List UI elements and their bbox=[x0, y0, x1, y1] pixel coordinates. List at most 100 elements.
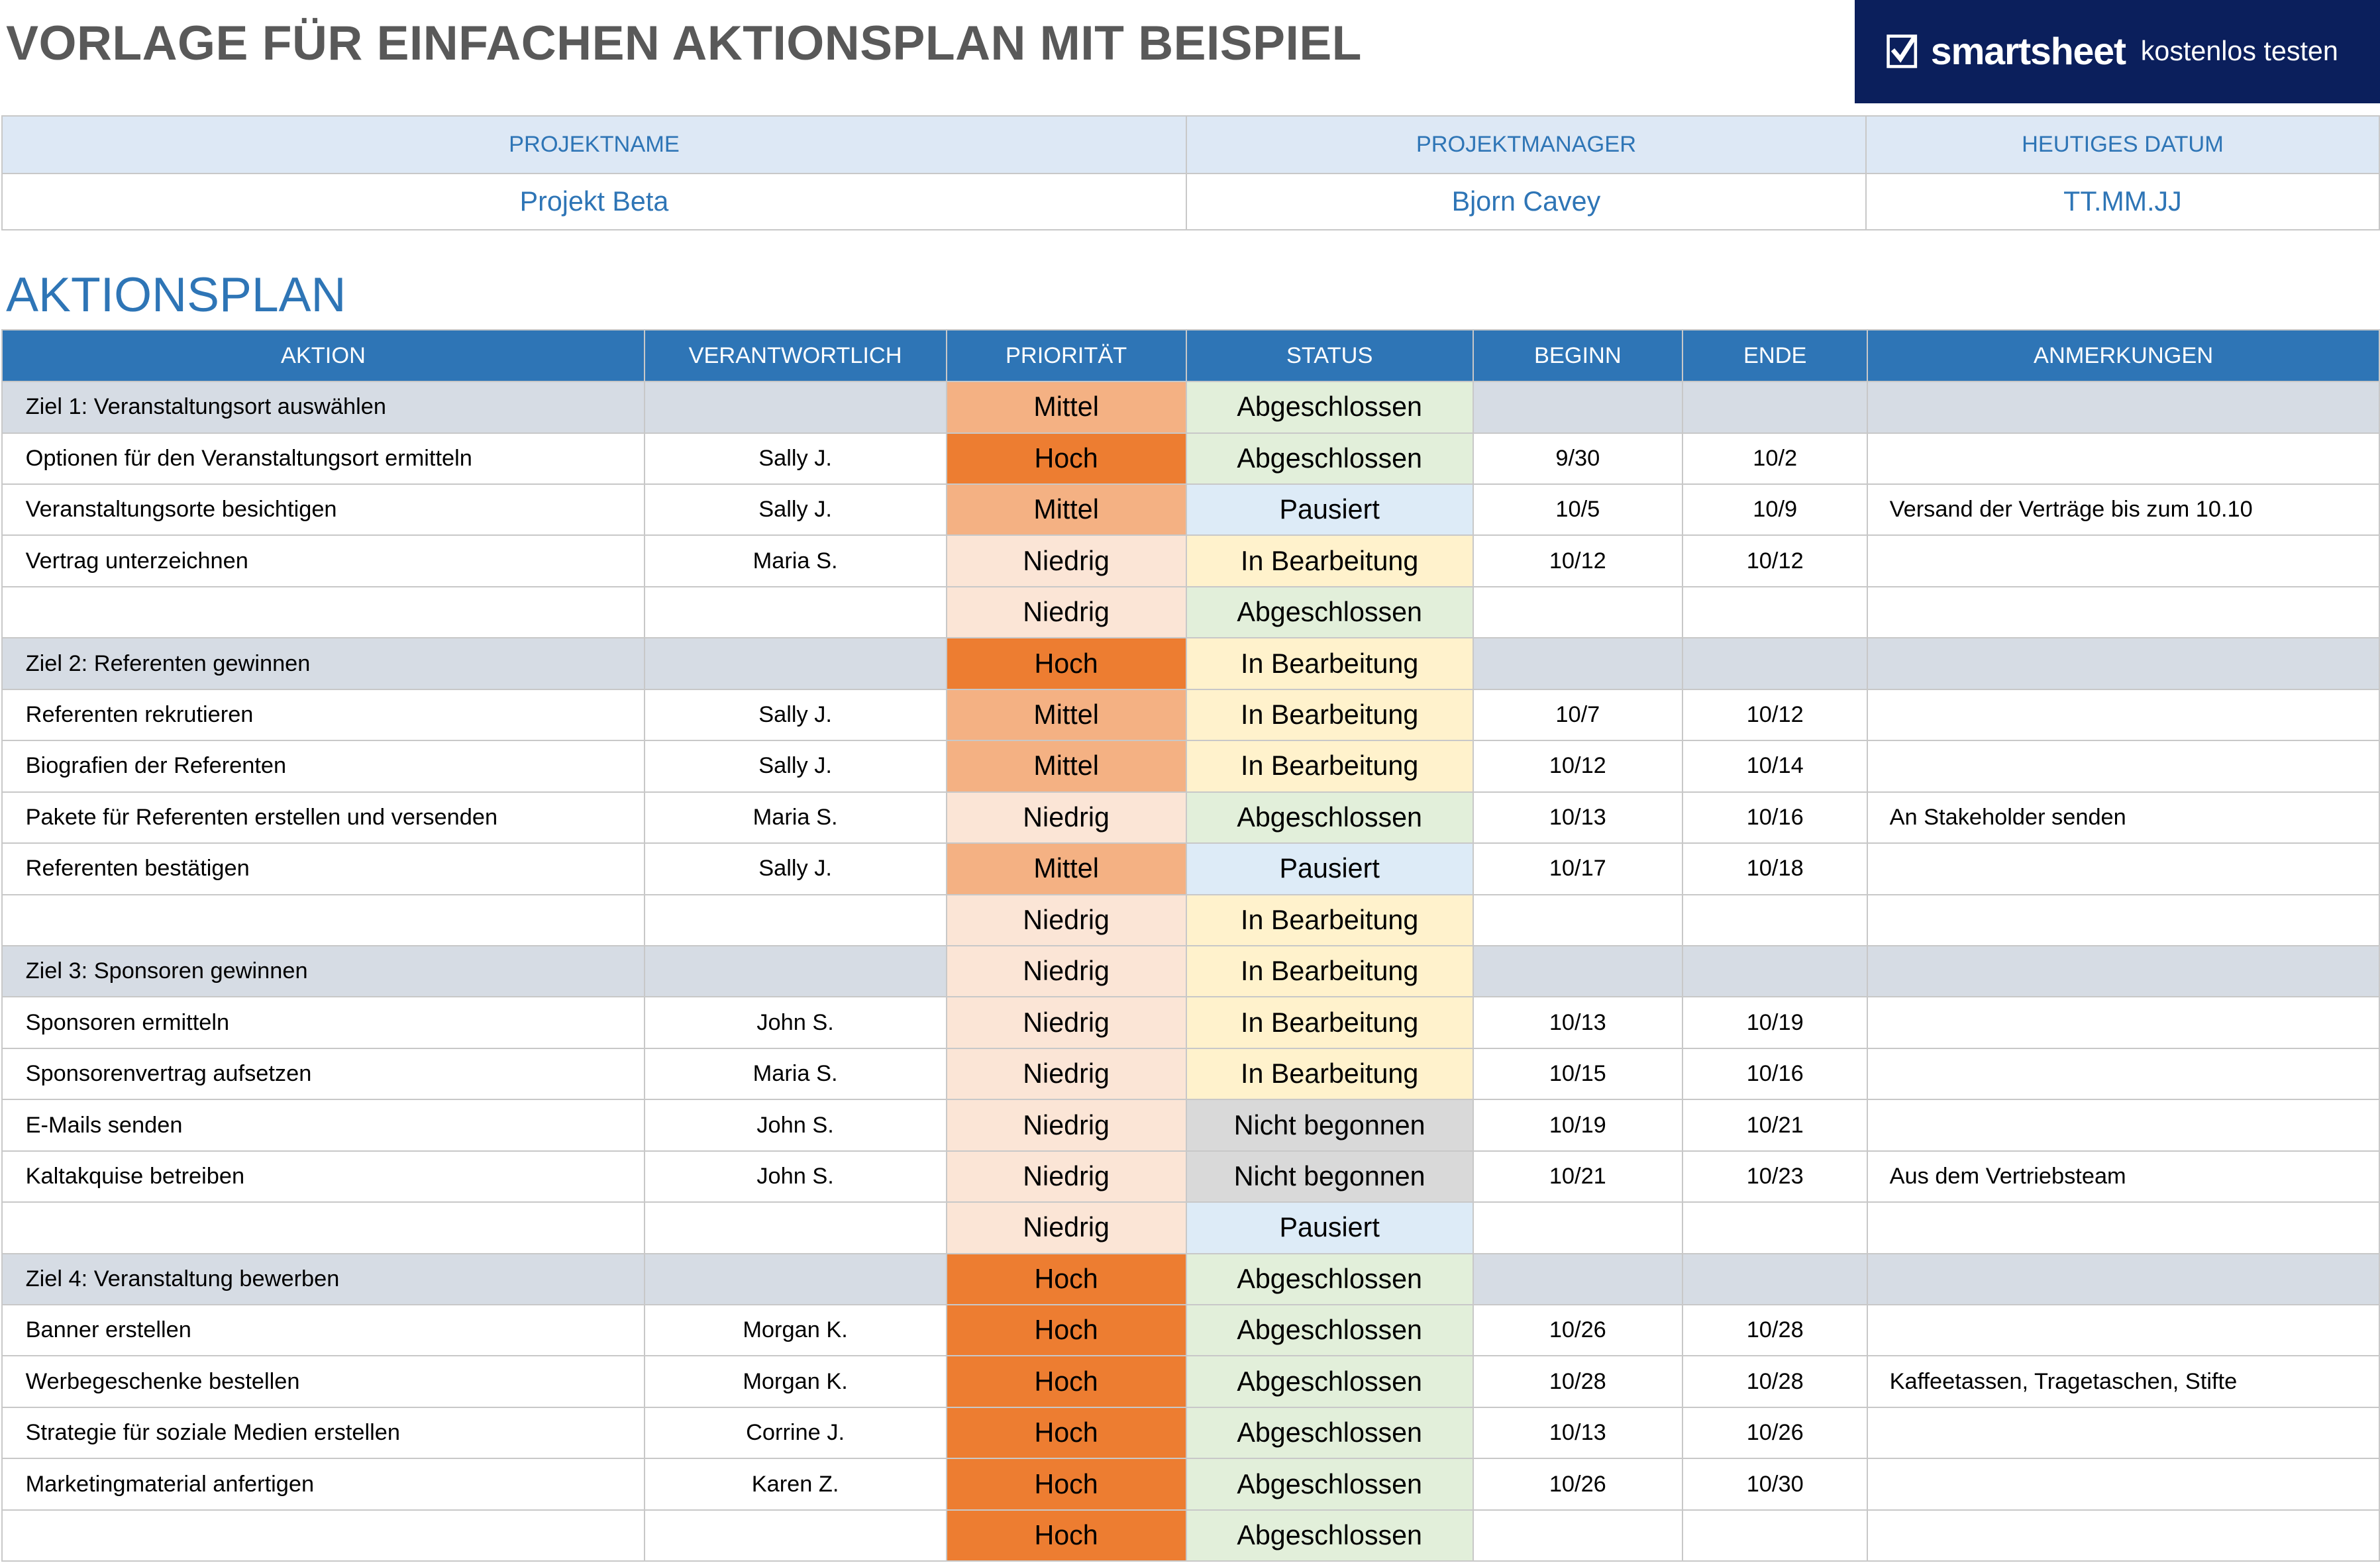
priority-cell[interactable]: Niedrig bbox=[945, 534, 1187, 587]
owner-cell[interactable]: Corrine J. bbox=[643, 1406, 947, 1460]
action-cell[interactable] bbox=[1, 1509, 645, 1562]
end-date-cell[interactable] bbox=[1681, 1201, 1869, 1254]
end-date-cell[interactable]: 10/12 bbox=[1681, 688, 1869, 742]
smartsheet-trial-banner[interactable]: smartsheet kostenlos testen bbox=[1855, 0, 2380, 103]
priority-cell[interactable]: Mittel bbox=[945, 842, 1187, 895]
priority-cell[interactable]: Niedrig bbox=[945, 1047, 1187, 1101]
notes-cell[interactable] bbox=[1867, 1201, 2380, 1254]
notes-cell[interactable] bbox=[1867, 1047, 2380, 1101]
status-cell[interactable]: Abgeschlossen bbox=[1185, 381, 1474, 434]
status-cell[interactable]: In Bearbeitung bbox=[1185, 1047, 1474, 1101]
action-cell[interactable]: Kaltakquise betreiben bbox=[1, 1150, 645, 1203]
status-cell[interactable]: In Bearbeitung bbox=[1185, 637, 1474, 690]
notes-cell[interactable] bbox=[1867, 1304, 2380, 1357]
owner-cell[interactable]: Sally J. bbox=[643, 842, 947, 895]
notes-cell[interactable] bbox=[1867, 688, 2380, 742]
priority-cell[interactable]: Hoch bbox=[945, 637, 1187, 690]
status-cell[interactable]: Abgeschlossen bbox=[1185, 791, 1474, 844]
action-cell[interactable]: Veranstaltungsorte besichtigen bbox=[1, 483, 645, 536]
notes-cell[interactable] bbox=[1867, 1509, 2380, 1562]
start-date-cell[interactable] bbox=[1472, 381, 1683, 434]
start-date-cell[interactable]: 9/30 bbox=[1472, 432, 1683, 485]
notes-cell[interactable] bbox=[1867, 637, 2380, 690]
end-date-cell[interactable]: 10/14 bbox=[1681, 740, 1869, 793]
end-date-cell[interactable]: 10/2 bbox=[1681, 432, 1869, 485]
owner-cell[interactable] bbox=[643, 944, 947, 998]
priority-cell[interactable]: Mittel bbox=[945, 381, 1187, 434]
start-date-cell[interactable] bbox=[1472, 893, 1683, 946]
start-date-cell[interactable]: 10/12 bbox=[1472, 534, 1683, 587]
end-date-cell[interactable]: 10/30 bbox=[1681, 1458, 1869, 1511]
status-cell[interactable]: Abgeschlossen bbox=[1185, 1406, 1474, 1460]
status-cell[interactable]: In Bearbeitung bbox=[1185, 688, 1474, 742]
priority-cell[interactable]: Niedrig bbox=[945, 996, 1187, 1049]
owner-cell[interactable]: Karen Z. bbox=[643, 1458, 947, 1511]
action-cell[interactable]: Ziel 3: Sponsoren gewinnen bbox=[1, 944, 645, 998]
notes-cell[interactable] bbox=[1867, 842, 2380, 895]
end-date-cell[interactable]: 10/28 bbox=[1681, 1304, 1869, 1357]
start-date-cell[interactable]: 10/19 bbox=[1472, 1099, 1683, 1152]
end-date-cell[interactable] bbox=[1681, 585, 1869, 639]
end-date-cell[interactable] bbox=[1681, 944, 1869, 998]
start-date-cell[interactable] bbox=[1472, 637, 1683, 690]
owner-cell[interactable]: Maria S. bbox=[643, 791, 947, 844]
action-cell[interactable]: Vertrag unterzeichnen bbox=[1, 534, 645, 587]
owner-cell[interactable]: John S. bbox=[643, 996, 947, 1049]
status-cell[interactable]: Abgeschlossen bbox=[1185, 1509, 1474, 1562]
start-date-cell[interactable]: 10/13 bbox=[1472, 1406, 1683, 1460]
status-cell[interactable]: Abgeschlossen bbox=[1185, 432, 1474, 485]
action-cell[interactable]: Pakete für Referenten erstellen und vers… bbox=[1, 791, 645, 844]
action-cell[interactable]: Ziel 2: Referenten gewinnen bbox=[1, 637, 645, 690]
notes-cell[interactable]: An Stakeholder senden bbox=[1867, 791, 2380, 844]
current-date-cell[interactable]: TT.MM.JJ bbox=[1865, 173, 2380, 230]
action-cell[interactable] bbox=[1, 893, 645, 946]
owner-cell[interactable]: John S. bbox=[643, 1099, 947, 1152]
action-cell[interactable] bbox=[1, 585, 645, 639]
notes-cell[interactable] bbox=[1867, 534, 2380, 587]
owner-cell[interactable]: John S. bbox=[643, 1150, 947, 1203]
status-cell[interactable]: In Bearbeitung bbox=[1185, 996, 1474, 1049]
action-cell[interactable]: Sponsoren ermitteln bbox=[1, 996, 645, 1049]
end-date-cell[interactable]: 10/16 bbox=[1681, 1047, 1869, 1101]
start-date-cell[interactable]: 10/15 bbox=[1472, 1047, 1683, 1101]
status-cell[interactable]: In Bearbeitung bbox=[1185, 893, 1474, 946]
notes-cell[interactable] bbox=[1867, 944, 2380, 998]
priority-cell[interactable]: Hoch bbox=[945, 432, 1187, 485]
priority-cell[interactable]: Niedrig bbox=[945, 1099, 1187, 1152]
status-cell[interactable]: Nicht begonnen bbox=[1185, 1150, 1474, 1203]
owner-cell[interactable]: Morgan K. bbox=[643, 1355, 947, 1408]
status-cell[interactable]: Abgeschlossen bbox=[1185, 1355, 1474, 1408]
start-date-cell[interactable] bbox=[1472, 1509, 1683, 1562]
notes-cell[interactable] bbox=[1867, 1099, 2380, 1152]
owner-cell[interactable] bbox=[643, 585, 947, 639]
action-cell[interactable]: Ziel 4: Veranstaltung bewerben bbox=[1, 1252, 645, 1306]
owner-cell[interactable]: Sally J. bbox=[643, 432, 947, 485]
action-cell[interactable]: Referenten rekrutieren bbox=[1, 688, 645, 742]
action-cell[interactable]: Biografien der Referenten bbox=[1, 740, 645, 793]
action-cell[interactable]: Banner erstellen bbox=[1, 1304, 645, 1357]
priority-cell[interactable]: Mittel bbox=[945, 740, 1187, 793]
start-date-cell[interactable] bbox=[1472, 1252, 1683, 1306]
status-cell[interactable]: Abgeschlossen bbox=[1185, 1458, 1474, 1511]
priority-cell[interactable]: Mittel bbox=[945, 688, 1187, 742]
owner-cell[interactable]: Maria S. bbox=[643, 1047, 947, 1101]
notes-cell[interactable] bbox=[1867, 1406, 2380, 1460]
priority-cell[interactable]: Niedrig bbox=[945, 893, 1187, 946]
status-cell[interactable]: In Bearbeitung bbox=[1185, 740, 1474, 793]
status-cell[interactable]: In Bearbeitung bbox=[1185, 944, 1474, 998]
notes-cell[interactable]: Aus dem Vertriebsteam bbox=[1867, 1150, 2380, 1203]
end-date-cell[interactable]: 10/16 bbox=[1681, 791, 1869, 844]
notes-cell[interactable] bbox=[1867, 996, 2380, 1049]
project-name-cell[interactable]: Projekt Beta bbox=[1, 173, 1187, 230]
notes-cell[interactable]: Versand der Verträge bis zum 10.10 bbox=[1867, 483, 2380, 536]
action-cell[interactable]: Sponsorenvertrag aufsetzen bbox=[1, 1047, 645, 1101]
notes-cell[interactable] bbox=[1867, 740, 2380, 793]
status-cell[interactable]: Pausiert bbox=[1185, 483, 1474, 536]
project-manager-cell[interactable]: Bjorn Cavey bbox=[1185, 173, 1867, 230]
priority-cell[interactable]: Niedrig bbox=[945, 1150, 1187, 1203]
start-date-cell[interactable]: 10/17 bbox=[1472, 842, 1683, 895]
end-date-cell[interactable]: 10/9 bbox=[1681, 483, 1869, 536]
owner-cell[interactable] bbox=[643, 1201, 947, 1254]
owner-cell[interactable] bbox=[643, 893, 947, 946]
owner-cell[interactable]: Morgan K. bbox=[643, 1304, 947, 1357]
